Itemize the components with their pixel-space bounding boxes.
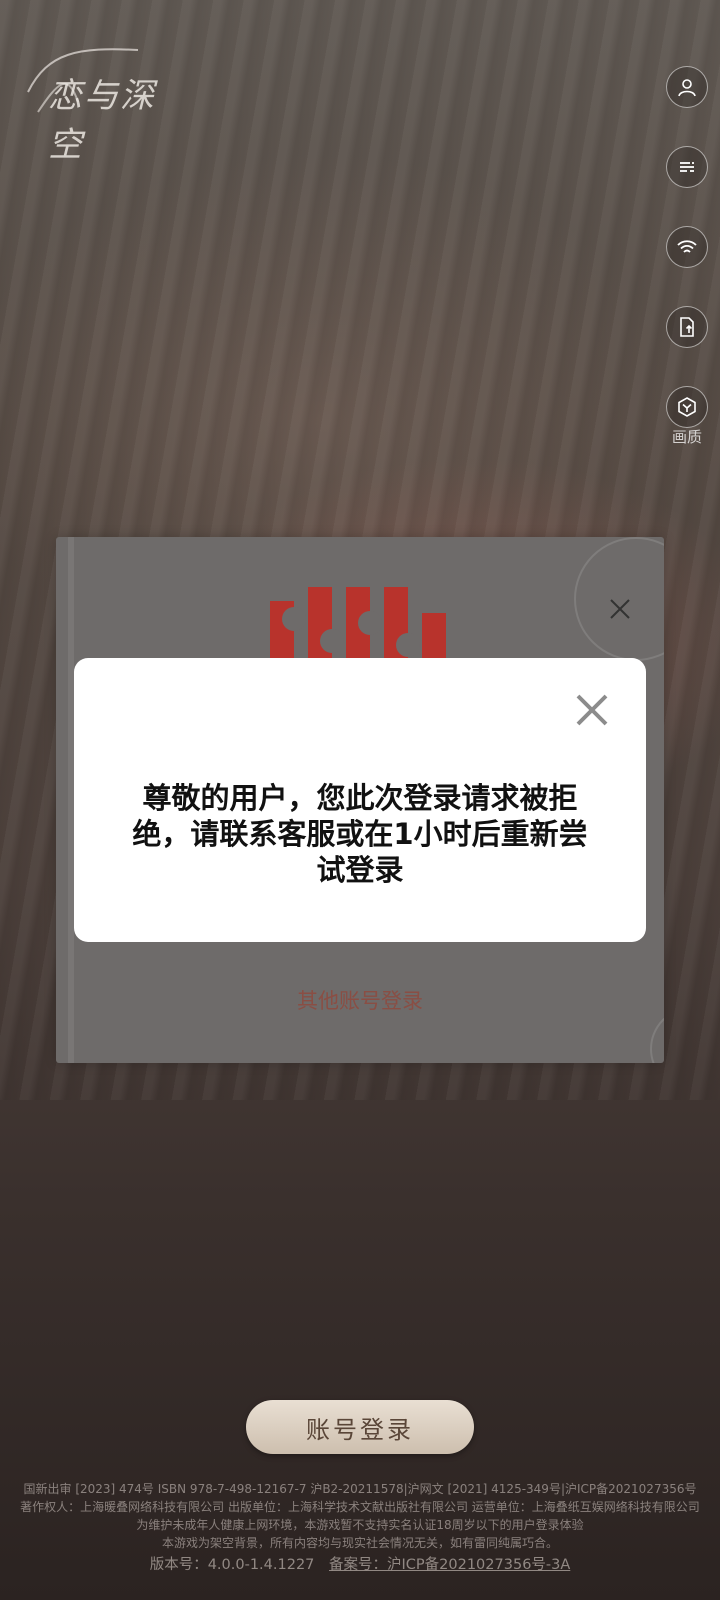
user-icon [678, 79, 696, 97]
footer-disclaimer-line: 本游戏为架空背景，所有内容均与现实社会情况无关，如有雷同纯属巧合。 [161, 1536, 558, 1550]
game-logo: 恋与深空 [18, 42, 178, 165]
list-icon [680, 162, 694, 172]
panel-curve-decoration [650, 1007, 664, 1063]
panel-close-button[interactable] [604, 593, 636, 625]
footer-copyright-line: 著作权人：上海暖叠网络科技有限公司 出版单位：上海科学技术文献出版社有限公司 运… [20, 1500, 700, 1514]
file-upload-icon [680, 317, 694, 337]
wifi-icon [677, 240, 697, 253]
other-account-login-link[interactable]: 其他账号登录 [56, 985, 664, 1015]
network-button[interactable] [666, 226, 708, 268]
user-center-button[interactable] [666, 66, 708, 108]
logo-text: 恋与深空 [48, 76, 156, 165]
dialog-close-button[interactable] [572, 690, 612, 730]
publisher-logo [270, 587, 446, 663]
version-row: 版本号：4.0.0-1.4.1227 备案号：沪ICP备2021027356号-… [0, 1553, 720, 1574]
login-rejected-dialog: 尊敬的用户，您此次登录请求被拒绝，请联系客服或在1小时后重新尝试登录 [74, 658, 646, 942]
quality-label: 画质 [671, 428, 702, 446]
quality-button[interactable] [666, 386, 708, 428]
notice-button[interactable] [666, 146, 708, 188]
cube-icon [678, 397, 696, 417]
footer-minor-notice-line: 为维护未成年人健康上网环境，本游戏暂不支持实名认证18周岁以下的用户登录体验 [136, 1518, 584, 1532]
repair-button[interactable] [666, 306, 708, 348]
beian-link[interactable]: 备案号：沪ICP备2021027356号-3A [329, 1557, 570, 1573]
close-icon [610, 599, 630, 619]
dialog-message: 尊敬的用户，您此次登录请求被拒绝，请联系客服或在1小时后重新尝试登录 [132, 781, 588, 887]
close-icon [576, 694, 608, 726]
version-text: 版本号：4.0.0-1.4.1227 [149, 1557, 315, 1573]
account-login-button[interactable]: 账号登录 [246, 1400, 474, 1454]
footer-license-line: 国新出审 [2023] 474号 ISBN 978-7-498-12167-7 … [23, 1482, 697, 1496]
